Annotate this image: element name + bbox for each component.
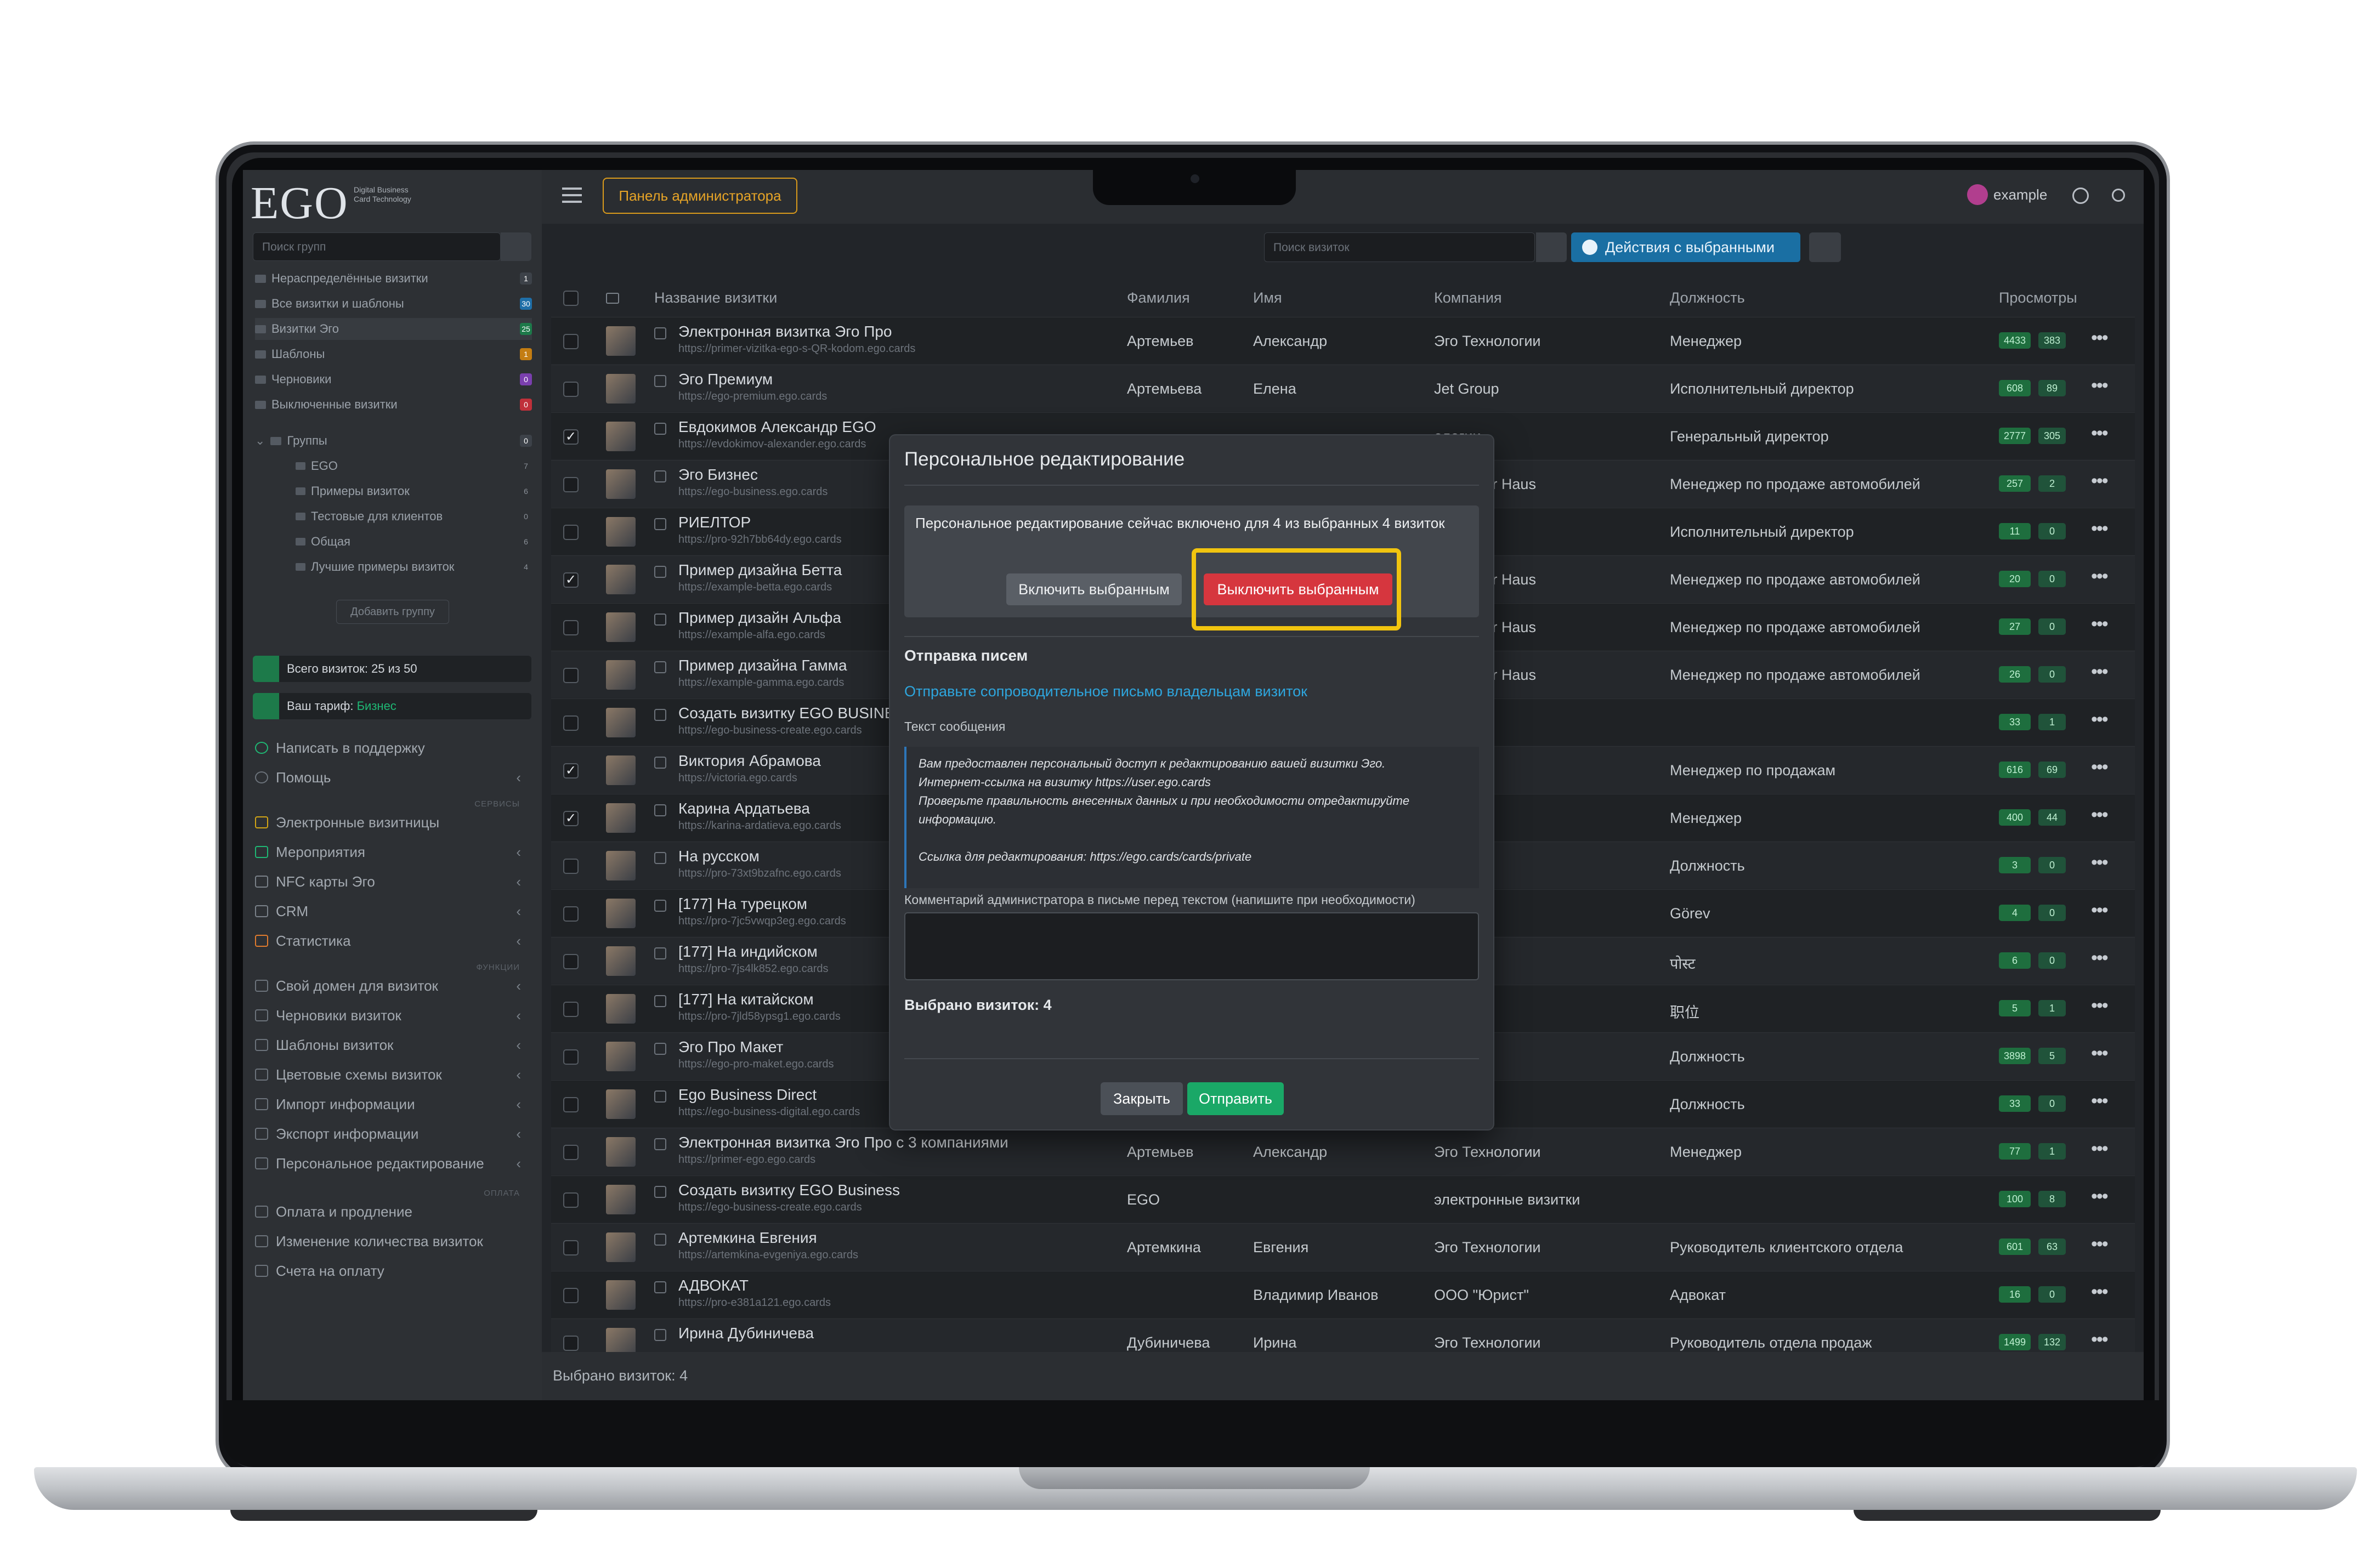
personal-editing-modal: Персональное редактирование Персональное…	[890, 435, 1493, 1129]
laptop-opening-lip	[1019, 1467, 1370, 1489]
send-letter-link[interactable]: Отправьте сопроводительное письмо владел…	[904, 683, 1307, 700]
laptop-chin	[223, 1400, 2164, 1467]
camera-icon	[1191, 174, 1199, 183]
divider	[904, 636, 1479, 637]
message-line: Ссылка для редактирования: https://ego.c…	[919, 850, 1252, 863]
comment-label: Комментарий администратора в письме пере…	[904, 893, 1415, 907]
enable-selected-button[interactable]: Включить выбранным	[1006, 573, 1182, 605]
mail-heading: Отправка писем	[904, 647, 1028, 664]
modal-title: Персональное редактирование	[904, 448, 1185, 470]
message-line	[919, 829, 1467, 848]
close-button[interactable]: Закрыть	[1101, 1082, 1183, 1115]
divider	[904, 1058, 1479, 1059]
message-text-label: Текст сообщения	[904, 719, 1006, 734]
laptop-foot	[230, 1510, 537, 1521]
disable-selected-button[interactable]: Выключить выбранным	[1204, 573, 1392, 605]
message-line: Проверьте правильность внесенных данных …	[919, 794, 1410, 826]
divider	[904, 485, 1479, 486]
camera-notch	[1093, 166, 1296, 205]
message-line: Вам предоставлен персональный доступ к р…	[919, 757, 1386, 770]
alert-text: Персональное редактирование сейчас включ…	[915, 515, 1445, 531]
message-line: Интернет-ссылка на визитку https://user.…	[919, 775, 1211, 789]
app-screen: EGO Digital Business Card Technology Пои…	[243, 170, 2144, 1400]
laptop-foot	[1854, 1510, 2161, 1521]
selected-count: Выбрано визиток: 4	[904, 997, 1052, 1013]
status-alert: Персональное редактирование сейчас включ…	[904, 505, 1479, 630]
message-preview: Вам предоставлен персональный доступ к р…	[904, 747, 1479, 888]
admin-comment-textarea[interactable]	[904, 912, 1479, 980]
send-button[interactable]: Отправить	[1187, 1082, 1284, 1115]
